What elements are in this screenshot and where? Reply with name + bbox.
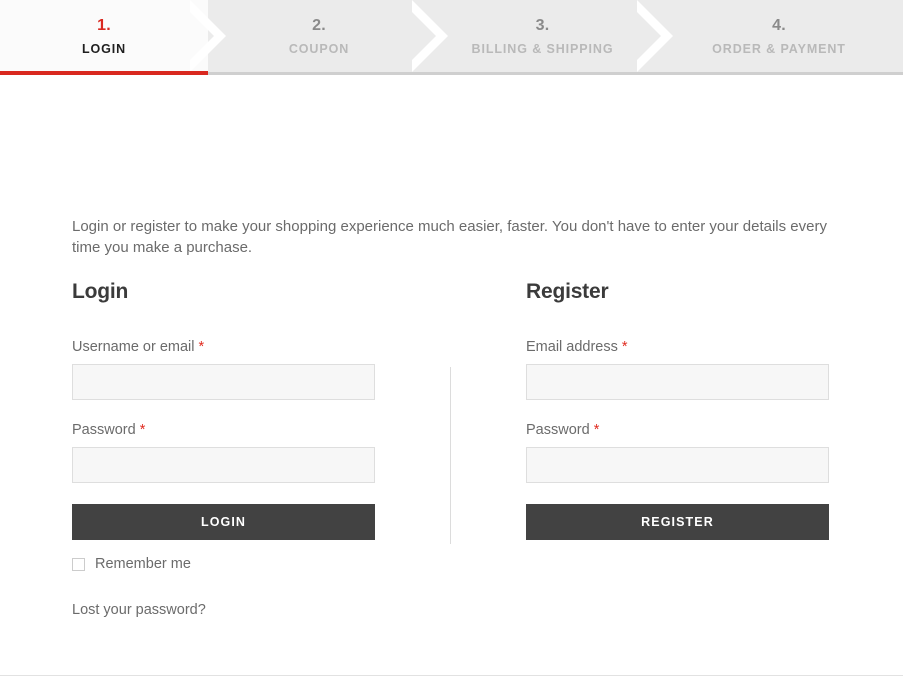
register-password-label: Password * [526,421,829,439]
login-password-label: Password * [72,421,375,439]
remember-me-row[interactable]: Remember me [72,556,375,572]
required-marker: * [198,339,205,355]
login-password-label-text: Password [72,422,136,438]
remember-me-checkbox[interactable] [72,557,85,571]
email-label: Email address * [526,338,829,356]
login-heading: Login [72,280,129,303]
email-label-text: Email address [526,339,618,355]
register-heading: Register [526,280,609,303]
step-label: BILLING & SHIPPING [471,41,614,56]
step-item-order-payment[interactable]: 4. ORDER & PAYMENT [655,0,903,72]
step-number: 3. [535,16,550,34]
login-form: Login Username or email * Password * LOG… [72,280,375,619]
required-marker: * [621,339,628,355]
required-marker: * [593,422,600,438]
register-form: Register Email address * Password * REGI… [526,280,829,540]
register-password-input[interactable] [526,447,829,483]
username-label-text: Username or email [72,339,195,355]
step-label: COUPON [288,41,350,56]
register-submit-button[interactable]: REGISTER [526,504,829,540]
step-number: 2. [312,16,326,34]
step-number: 1. [97,16,111,34]
step-item-coupon[interactable]: 2. COUPON [208,0,430,72]
remember-me-label[interactable]: Remember me [95,556,191,572]
login-password-input[interactable] [72,447,375,483]
steps-underline-active [0,71,208,75]
email-input[interactable] [526,364,829,400]
intro-paragraph: Login or register to make your shopping … [72,218,827,256]
username-label: Username or email * [72,338,375,356]
step-label: LOGIN [81,41,127,56]
step-item-login[interactable]: 1. LOGIN [0,0,208,72]
step-item-billing-shipping[interactable]: 3. BILLING & SHIPPING [430,0,655,72]
column-divider [450,367,451,544]
required-marker: * [139,422,146,438]
step-label: ORDER & PAYMENT [712,41,846,56]
checkout-steps-nav: 1. LOGIN 2. COUPON 3. BILLING & SHIPPING… [0,0,903,75]
step-number: 4. [772,16,786,34]
username-input[interactable] [72,364,375,400]
register-password-label-text: Password [526,422,590,438]
login-submit-button[interactable]: LOGIN [72,504,375,540]
lost-password-link[interactable]: Lost your password? [72,602,206,618]
